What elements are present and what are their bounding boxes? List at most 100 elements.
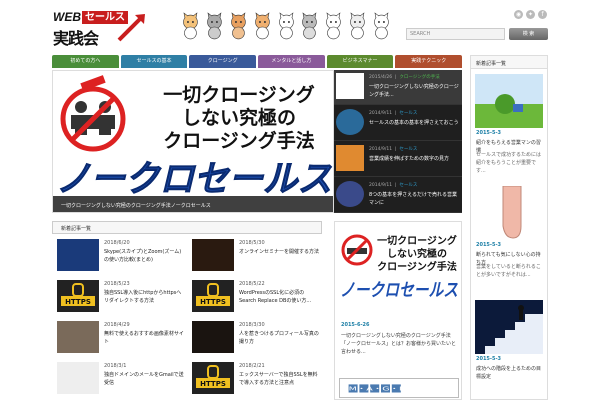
cat-illustration-icon <box>326 12 342 40</box>
post-item[interactable]: HTTPS 2018/5/23 独自SSL導入後にhttpからhttpsへリダイレク… <box>52 277 187 317</box>
magic-banner: M・A・G・I・C の法則 <box>339 378 459 398</box>
post-item[interactable]: 2018/5/30 オンラインセミナーを開催する方法 <box>187 236 322 276</box>
featured-title[interactable]: セールスの基本の基本を押さえておこう <box>369 119 459 127</box>
cat-illustration-icon <box>278 12 294 40</box>
post-item[interactable]: 2018/3/1 独自ドメインのメールをGmailで送受信 <box>52 359 187 399</box>
featured-date: 2014/9/11 <box>369 111 393 116</box>
post-title[interactable]: 人を惹きつけるプロフィール写真の撮り方 <box>239 330 321 346</box>
sidebar-excerpt-2: 営業をしていると断られることが多いですがそれは... <box>476 264 541 278</box>
hero-caption[interactable]: 一切クロージングしない究極のクロージング手法ノークロセールス <box>53 196 333 212</box>
rss-icon[interactable]: ◉ <box>514 10 523 19</box>
sidebar-title: 新着記事一覧 <box>471 56 547 69</box>
featured-meta: 2014/9/11 | セールス <box>369 147 418 152</box>
featured-category[interactable]: セールス <box>399 183 417 188</box>
site-header: WEB セールス 実践会 ◉ ✦ f SEARCH 検 索 <box>0 0 600 52</box>
post-title[interactable]: Skype(スカイプ)とZoom(ズーム)の使い方比較(まとめ) <box>104 248 186 264</box>
post-date: 2018/3/30 <box>239 322 265 328</box>
post-title[interactable]: 無料で使えるおすすめ画像素材サイト <box>104 330 186 346</box>
post-item[interactable]: HTTPS 2018/5/22 WordPressのSSL化に必須のSearch R… <box>187 277 322 317</box>
post-thumbnail <box>192 321 234 353</box>
hero-big-title: ノークロセールス <box>56 159 332 196</box>
featured-title[interactable]: 営業成績を伸ばすための数字の見方 <box>369 155 459 163</box>
featured-date: 2015/4/26 <box>369 75 393 80</box>
sidebar-image-field[interactable] <box>475 74 543 128</box>
post-item[interactable]: 2018/6/20 Skype(スカイプ)とZoom(ズーム)の使い方比較(まとめ… <box>52 236 187 276</box>
featured-thumbnail <box>336 145 364 171</box>
post-date: 2018/5/30 <box>239 240 265 246</box>
featured-item[interactable]: 2014/9/11 | セールス セールスの基本の基本を押さえておこう <box>334 106 462 141</box>
post-date: 2018/5/22 <box>239 281 265 287</box>
middle-line1: 一切クロージング <box>377 234 457 247</box>
post-date: 2018/5/23 <box>104 281 130 287</box>
middle-feature[interactable]: 一切クロージング しない究極の クロージング手法 ノークロセールス 2015-6… <box>334 221 462 400</box>
featured-thumbnail <box>336 109 364 135</box>
post-date: 2018/2/21 <box>239 363 265 369</box>
svg-text:HTTPS: HTTPS <box>65 298 91 306</box>
post-item[interactable]: 2018/3/30 人を惹きつけるプロフィール写真の撮り方 <box>187 318 322 358</box>
featured-category[interactable]: セールス <box>399 111 417 116</box>
featured-meta: 2014/9/11 | セールス <box>369 183 418 188</box>
post-item[interactable]: 2018/4/29 無料で使えるおすすめ画像素材サイト <box>52 318 187 358</box>
https-thumbnail: HTTPS <box>192 362 234 394</box>
sidebar-image-hand[interactable] <box>475 186 543 240</box>
featured-item[interactable]: 2014/9/11 | セールス営業成績を伸ばすための数字の見方 <box>334 142 462 177</box>
post-title[interactable]: WordPressのSSL化に必須のSearch Replace DBの使い方.… <box>239 289 321 305</box>
cat-illustration-icon <box>350 12 365 40</box>
post-title[interactable]: 独自ドメインのメールをGmailで送受信 <box>104 371 186 387</box>
sidebar-date: 2015-5-3 <box>476 242 502 248</box>
site-logo[interactable]: WEB セールス 実践会 <box>53 10 149 48</box>
cat-illustration-icon <box>302 12 318 40</box>
nav-item-4[interactable]: ビジネスマナー <box>326 55 394 68</box>
nav-item-3[interactable]: メンタルと話し方 <box>258 55 325 68</box>
sidebar-image-stairs[interactable] <box>475 300 543 354</box>
featured-category[interactable]: クロージングの手法 <box>399 75 439 80</box>
featured-item[interactable]: 2015/4/26 | クロージングの手法 一切クロージングしない究極のクロージン… <box>334 70 462 105</box>
featured-thumbnail <box>336 181 364 207</box>
post-grid: 2018/6/20 Skype(スカイプ)とZoom(ズーム)の使い方比較(まとめ… <box>52 236 322 400</box>
featured-title[interactable]: 一切クロージングしない究極のクロージング手法... <box>369 83 459 99</box>
featured-category[interactable]: セールス <box>399 147 417 152</box>
featured-title[interactable]: 8つの基本を押さえるだけで売れる営業マンに <box>369 191 459 207</box>
nav-item-0[interactable]: 初めての方へ <box>52 55 119 68</box>
hero-image: 一切クロージング しない究極の クロージング手法 ノークロセールス <box>53 71 333 201</box>
post-date: 2018/3/1 <box>104 363 127 369</box>
cat-illustration-icon <box>207 12 222 40</box>
post-item[interactable]: HTTPS 2018/2/21 エックスサーバーで独自SSLを無料で導入する方法と注… <box>187 359 322 399</box>
search-button[interactable]: 検 索 <box>509 28 548 40</box>
logo-practice-text: 実践会 <box>53 29 99 48</box>
middle-date: 2015-6-26 <box>341 322 370 328</box>
middle-feature-image: 一切クロージング しない究極の クロージング手法 ノークロセールス <box>339 230 459 322</box>
cat-illustration-icon <box>374 12 389 40</box>
featured-item[interactable]: 2014/9/11 | セールス 8つの基本を押さえるだけで売れる営業マンに <box>334 178 462 213</box>
social-links: ◉ ✦ f <box>514 10 547 19</box>
svg-text:HTTPS: HTTPS <box>200 380 226 388</box>
search-input[interactable]: SEARCH <box>406 28 505 40</box>
middle-excerpt[interactable]: 一切クロージングしない究極のクロージング手法「ノークロセールス」とは？お客様から… <box>341 332 459 356</box>
sidebar-title-3[interactable]: 成功への階段を上るための目標設定 <box>476 365 544 381</box>
featured-thumbnail <box>336 73 364 99</box>
facebook-icon[interactable]: f <box>538 10 547 19</box>
post-date: 2018/6/20 <box>104 240 130 246</box>
sidebar-excerpt-1: セールスで成功するためには紹介をもらうことが重要です... <box>476 152 542 174</box>
post-title[interactable]: オンラインセミナーを開催する方法 <box>239 248 321 256</box>
post-title[interactable]: 独自SSL導入後にhttpからhttpsへリダイレクトする方法 <box>104 289 186 305</box>
post-title[interactable]: エックスサーバーで独自SSLを無料で導入する方法と注意点 <box>239 371 321 387</box>
nav-item-1[interactable]: セールスの基本 <box>120 55 188 68</box>
main-nav: 初めての方へ セールスの基本 クロージング メンタルと話し方 ビジネスマナー 実践テクニッ… <box>52 55 463 68</box>
logo-arrow-icon <box>117 14 145 42</box>
featured-list: 2015/4/26 | クロージングの手法 一切クロージングしない究極のクロージン… <box>334 70 462 213</box>
post-thumbnail <box>57 321 99 353</box>
sidebar-date: 2015-5-3 <box>476 130 502 136</box>
middle-big-title: ノークロセールス <box>340 280 458 301</box>
nav-item-5[interactable]: 実践テクニック <box>395 55 463 68</box>
section-title: 新着記事一覧 <box>61 226 92 232</box>
post-date: 2018/4/29 <box>104 322 130 328</box>
hero-slider[interactable]: 一切クロージング しない究極の クロージング手法 ノークロセールス 一切クロージ… <box>52 70 334 213</box>
twitter-icon[interactable]: ✦ <box>526 10 535 19</box>
svg-text:HTTPS: HTTPS <box>200 298 226 306</box>
https-thumbnail: HTTPS <box>57 280 99 312</box>
sidebar: 新着記事一覧 2015-5-3 紹介をもらえる営業マンの習慣 セールスで成功する… <box>470 55 548 400</box>
section-header: 新着記事一覧 <box>52 221 322 234</box>
logo-web-text: WEB <box>53 10 81 24</box>
nav-item-2[interactable]: クロージング <box>189 55 257 68</box>
